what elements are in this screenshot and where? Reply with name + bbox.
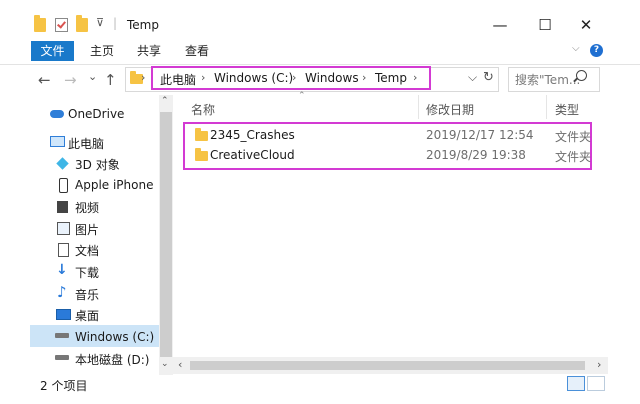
cube-icon bbox=[56, 157, 69, 170]
search-placeholder: 搜索"Tem... bbox=[515, 73, 581, 87]
forward-button[interactable]: → bbox=[64, 71, 77, 89]
file-date: 2019/8/29 19:38 bbox=[426, 148, 526, 162]
download-icon: ↓ bbox=[56, 262, 68, 278]
scroll-down-icon[interactable]: ⌄ bbox=[161, 359, 169, 369]
column-header-name[interactable]: 名称 bbox=[191, 101, 215, 118]
drive-icon bbox=[55, 355, 69, 360]
details-view-button[interactable] bbox=[567, 376, 585, 391]
up-button[interactable]: ↑ bbox=[104, 71, 117, 89]
column-header-type[interactable]: 类型 bbox=[555, 101, 579, 118]
item-count: 2 个项目 bbox=[40, 379, 88, 393]
search-icon[interactable] bbox=[576, 70, 587, 81]
sidebar-item-onedrive[interactable]: OneDrive bbox=[68, 107, 124, 121]
sidebar-item-pictures[interactable]: 图片 bbox=[75, 221, 99, 238]
scroll-left-icon[interactable]: ‹ bbox=[178, 358, 182, 371]
refresh-button[interactable]: ↻ bbox=[483, 70, 494, 85]
sort-ascending-icon: ⌃ bbox=[298, 91, 306, 101]
sidebar-item-drive-c[interactable]: Windows (C:) bbox=[75, 330, 154, 344]
file-date: 2019/12/17 12:54 bbox=[426, 128, 534, 142]
video-icon bbox=[57, 201, 68, 213]
chevron-right-icon[interactable]: › bbox=[362, 71, 366, 84]
ribbon: 文件 主页 共享 查看 ⌵ ? bbox=[0, 38, 640, 65]
chevron-right-icon[interactable]: › bbox=[201, 71, 205, 84]
quick-access-dropdown-icon[interactable]: ⊽ bbox=[96, 16, 104, 29]
file-name[interactable]: 2345_Crashes bbox=[210, 128, 295, 142]
tab-share[interactable]: 共享 bbox=[137, 41, 161, 61]
tab-home[interactable]: 主页 bbox=[90, 41, 114, 61]
maximize-button[interactable]: ☐ bbox=[530, 12, 560, 38]
sidebar-scroll-thumb[interactable] bbox=[160, 112, 172, 357]
scroll-up-icon[interactable]: ⌃ bbox=[161, 96, 169, 106]
sidebar-item-drive-d[interactable]: 本地磁盘 (D:) bbox=[75, 351, 149, 368]
close-button[interactable]: ✕ bbox=[571, 12, 601, 38]
column-header-date[interactable]: 修改日期 bbox=[426, 101, 474, 118]
sidebar-item-apple-iphone[interactable]: Apple iPhone bbox=[75, 178, 153, 192]
sidebar-item-desktop[interactable]: 桌面 bbox=[75, 307, 99, 324]
folder-icon bbox=[195, 128, 208, 141]
file-name[interactable]: CreativeCloud bbox=[210, 148, 295, 162]
folder-icon bbox=[195, 148, 208, 161]
properties-icon[interactable] bbox=[55, 18, 68, 32]
tab-file[interactable]: 文件 bbox=[31, 41, 74, 61]
title-divider: | bbox=[113, 16, 118, 30]
breadcrumb-drive-c[interactable]: Windows (C:) bbox=[214, 71, 293, 85]
picture-icon bbox=[57, 222, 70, 235]
column-divider[interactable] bbox=[418, 95, 419, 119]
file-type: 文件夹 bbox=[555, 130, 592, 144]
sidebar-item-downloads[interactable]: 下载 bbox=[75, 264, 99, 281]
expand-ribbon-icon[interactable]: ⌵ bbox=[572, 43, 580, 54]
new-folder-icon[interactable] bbox=[76, 15, 88, 32]
tab-view[interactable]: 查看 bbox=[185, 41, 209, 61]
large-icons-view-button[interactable] bbox=[587, 376, 605, 391]
cloud-icon bbox=[50, 110, 64, 118]
scroll-right-icon[interactable]: › bbox=[597, 358, 601, 371]
music-icon: ♪ bbox=[57, 283, 67, 301]
sidebar-item-3d-objects[interactable]: 3D 对象 bbox=[75, 156, 120, 173]
breadcrumb-windows[interactable]: Windows bbox=[305, 71, 359, 85]
phone-icon bbox=[59, 178, 68, 193]
sidebar-item-this-pc[interactable]: 此电脑 bbox=[68, 135, 104, 152]
breadcrumb-this-pc[interactable]: 此电脑 bbox=[160, 71, 196, 88]
horizontal-scroll-thumb[interactable] bbox=[190, 361, 585, 370]
document-icon bbox=[58, 243, 69, 257]
file-type: 文件夹 bbox=[555, 150, 592, 164]
window-title: Temp bbox=[127, 18, 159, 32]
column-divider[interactable] bbox=[546, 95, 547, 119]
chevron-right-icon[interactable]: › bbox=[292, 71, 296, 84]
sidebar-item-music[interactable]: 音乐 bbox=[75, 286, 99, 303]
breadcrumb-temp[interactable]: Temp bbox=[375, 71, 407, 85]
sidebar-item-documents[interactable]: 文档 bbox=[75, 242, 99, 259]
minimize-button[interactable]: — bbox=[485, 12, 515, 38]
recent-locations-button[interactable]: ⌄ bbox=[88, 70, 97, 83]
sidebar-item-videos[interactable]: 视频 bbox=[75, 199, 99, 216]
computer-icon bbox=[50, 136, 65, 147]
desktop-icon bbox=[56, 309, 71, 320]
drive-icon bbox=[55, 333, 69, 338]
address-dropdown-icon[interactable]: ⌵ bbox=[468, 70, 477, 85]
folder-icon bbox=[34, 15, 46, 32]
help-icon[interactable]: ? bbox=[590, 44, 603, 57]
back-button[interactable]: ← bbox=[38, 71, 51, 89]
chevron-right-icon[interactable]: › bbox=[413, 71, 417, 84]
chevron-right-icon: › bbox=[141, 71, 146, 84]
